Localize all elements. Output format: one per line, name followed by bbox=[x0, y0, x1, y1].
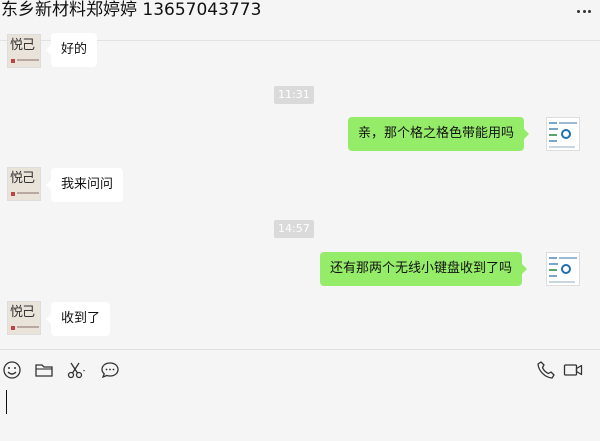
message-bubble-incoming[interactable]: 收到了 bbox=[45, 302, 111, 336]
video-icon[interactable] bbox=[563, 360, 583, 380]
contact-avatar[interactable]: 悦己 bbox=[7, 34, 41, 68]
more-options-icon[interactable] bbox=[577, 8, 591, 14]
chat-bubble-icon[interactable] bbox=[100, 360, 120, 380]
phone-icon[interactable] bbox=[536, 360, 556, 380]
chat-title: 东乡新材料郑婷婷 13657043773 bbox=[1, 0, 262, 20]
contact-avatar[interactable]: 悦己 bbox=[7, 301, 41, 335]
folder-icon[interactable] bbox=[34, 360, 54, 380]
scissors-icon[interactable] bbox=[66, 360, 86, 380]
my-avatar[interactable] bbox=[546, 252, 580, 286]
message-list[interactable]: 悦己 好的 11:31 亲，那个格之格色带能用吗 悦己 我来问问 14:57 还… bbox=[0, 33, 600, 349]
message-bubble-incoming[interactable]: 好的 bbox=[45, 33, 98, 67]
message-bubble-incoming[interactable]: 我来问问 bbox=[45, 168, 124, 202]
timestamp: 11:31 bbox=[274, 86, 314, 104]
message-input[interactable] bbox=[0, 390, 600, 441]
my-avatar[interactable] bbox=[546, 117, 580, 151]
timestamp: 14:57 bbox=[274, 220, 314, 238]
message-bubble-outgoing[interactable]: 亲，那个格之格色带能用吗 bbox=[348, 117, 530, 151]
emoji-icon[interactable] bbox=[2, 360, 22, 380]
message-bubble-outgoing[interactable]: 还有那两个无线小键盘收到了吗 bbox=[320, 252, 528, 286]
input-toolbar bbox=[0, 350, 600, 390]
text-cursor bbox=[6, 390, 7, 414]
contact-avatar[interactable]: 悦己 bbox=[7, 167, 41, 201]
